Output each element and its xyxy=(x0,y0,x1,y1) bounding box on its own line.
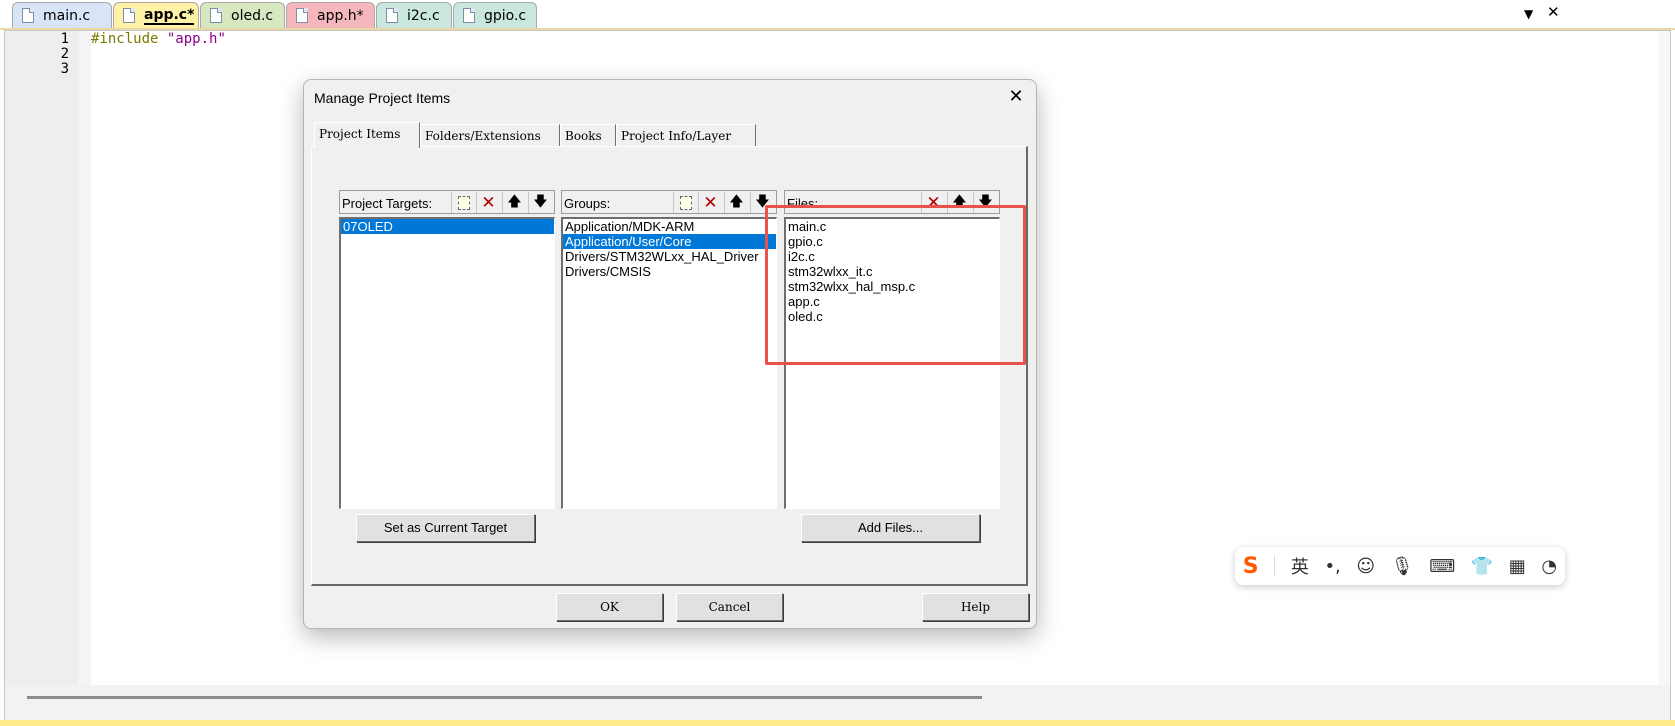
tab-oled-c[interactable]: oled.c xyxy=(200,2,285,28)
vertical-scrollbar[interactable] xyxy=(1658,31,1670,685)
preprocessor-directive: #include xyxy=(91,31,159,47)
punctuation-icon[interactable]: •, xyxy=(1324,556,1340,577)
status-band xyxy=(0,720,1675,726)
sogou-logo-icon[interactable]: S xyxy=(1243,554,1259,579)
scrollbar-thumb[interactable] xyxy=(27,696,982,699)
emoji-icon[interactable]: ☺ xyxy=(1356,556,1375,577)
file-icon xyxy=(296,8,308,23)
list-item[interactable]: Application/MDK-ARM xyxy=(563,219,776,234)
tab-folders-extensions[interactable]: Folders/Extensions xyxy=(420,124,560,146)
add-files-button[interactable]: Add Files... xyxy=(801,514,980,542)
tab-label: app.c* xyxy=(144,6,195,25)
tab-gpio-c[interactable]: gpio.c xyxy=(453,2,537,28)
separator xyxy=(1274,555,1276,577)
close-icon[interactable]: ✕ xyxy=(1547,3,1560,21)
include-string: "app.h" xyxy=(166,31,226,47)
microphone-icon[interactable]: 🎙 xyxy=(1391,556,1414,577)
groups-list[interactable]: Application/MDK-ARM Application/User/Cor… xyxy=(561,217,777,509)
list-item[interactable]: 07OLED xyxy=(341,219,554,234)
apps-grid-icon[interactable]: ▦ xyxy=(1509,556,1526,577)
move-down-icon[interactable]: 🡇 xyxy=(528,192,552,213)
file-tab-strip: main.c app.c* oled.c app.h* i2c.c gpio.c… xyxy=(0,0,1675,30)
file-icon xyxy=(22,8,34,23)
help-button[interactable]: Help xyxy=(922,593,1029,621)
delete-target-icon[interactable]: ✕ xyxy=(476,192,500,213)
tab-books[interactable]: Books xyxy=(560,124,616,146)
extra-icon[interactable]: ◔ xyxy=(1541,556,1557,577)
line-number-gutter: 1 2 3 xyxy=(5,31,78,685)
tab-app-h[interactable]: app.h* xyxy=(286,2,375,28)
code-line-1[interactable]: #include "app.h" xyxy=(91,32,226,47)
tab-project-info-layer[interactable]: Project Info/Layer xyxy=(616,124,756,146)
move-up-icon[interactable]: 🡅 xyxy=(502,192,526,213)
file-icon xyxy=(463,8,475,23)
move-up-icon[interactable]: 🡅 xyxy=(724,192,748,213)
delete-group-icon[interactable]: ✕ xyxy=(698,192,722,213)
tab-label: gpio.c xyxy=(484,7,527,24)
file-icon xyxy=(210,8,222,23)
set-current-target-button[interactable]: Set as Current Target xyxy=(356,514,535,542)
list-item[interactable]: Drivers/CMSIS xyxy=(563,264,776,279)
chevron-down-icon[interactable]: ▼ xyxy=(1524,7,1533,21)
close-icon[interactable]: ✕ xyxy=(1004,86,1028,107)
horizontal-scrollbar[interactable] xyxy=(5,685,1670,721)
keyboard-icon[interactable]: ⌨ xyxy=(1429,556,1455,577)
tab-main-c[interactable]: main.c xyxy=(12,2,112,28)
list-item[interactable]: Drivers/STM32WLxx_HAL_Driver xyxy=(563,249,776,264)
list-item[interactable]: Application/User/Core xyxy=(563,234,776,249)
tab-label: app.h* xyxy=(317,7,364,24)
line-number: 2 xyxy=(60,46,69,62)
dialog-title: Manage Project Items xyxy=(314,90,451,106)
file-icon xyxy=(123,8,135,23)
language-toggle[interactable]: 英 xyxy=(1291,553,1309,579)
tab-label: main.c xyxy=(43,7,91,24)
tab-i2c-c[interactable]: i2c.c xyxy=(376,2,452,28)
new-group-icon[interactable] xyxy=(673,192,697,213)
targets-list[interactable]: 07OLED xyxy=(339,217,555,509)
highlight-annotation xyxy=(765,205,1026,365)
groups-caption: Groups: xyxy=(564,196,611,211)
tab-project-items[interactable]: Project Items xyxy=(314,122,420,148)
tab-app-c[interactable]: app.c* xyxy=(113,2,199,28)
line-number: 3 xyxy=(60,61,69,77)
selection-margin[interactable] xyxy=(78,31,91,685)
new-target-icon[interactable] xyxy=(451,192,475,213)
file-icon xyxy=(386,8,398,23)
groups-header: Groups: ✕ 🡅 🡇 xyxy=(561,190,777,214)
skin-icon[interactable]: 👕 xyxy=(1471,556,1493,577)
cancel-button[interactable]: Cancel xyxy=(676,593,783,621)
targets-header: Project Targets: ✕ 🡅 🡇 xyxy=(339,190,555,214)
tab-label: i2c.c xyxy=(407,7,440,24)
ok-button[interactable]: OK xyxy=(556,593,663,621)
tab-label: oled.c xyxy=(231,7,274,24)
ime-toolbar: S 英 •, ☺ 🎙 ⌨ 👕 ▦ ◔ xyxy=(1235,547,1565,585)
targets-caption: Project Targets: xyxy=(342,196,433,211)
line-number: 1 xyxy=(60,31,69,47)
